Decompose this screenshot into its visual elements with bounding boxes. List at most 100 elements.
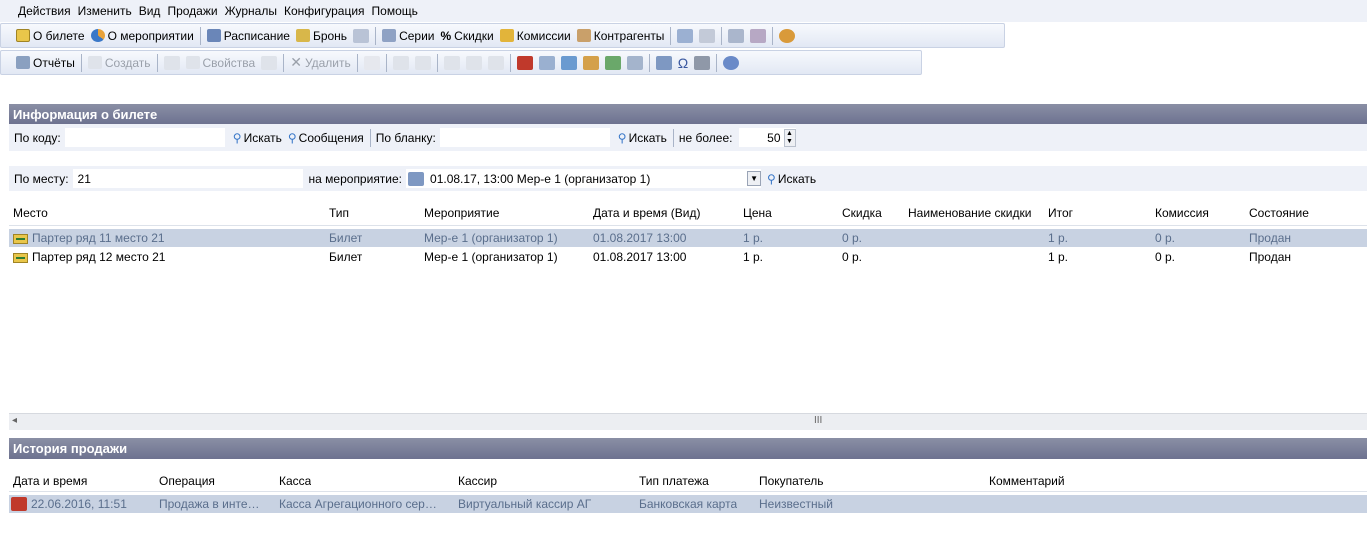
sales-history-header: История продажи (9, 438, 1367, 459)
event-select[interactable]: 01.08.17, 13:00 Мер-е 1 (организатор 1) … (406, 169, 762, 188)
paste-icon[interactable] (487, 55, 504, 70)
menu-view[interactable]: Вид (139, 4, 161, 18)
reports-button[interactable]: Отчёты (13, 52, 78, 73)
col-commission[interactable]: Комиссия (1155, 206, 1209, 220)
limit-spinner[interactable]: 50 ▲ ▼ (738, 128, 796, 147)
calendar-small-icon[interactable] (655, 55, 672, 70)
by-code-input[interactable] (64, 128, 225, 147)
card-icon[interactable] (538, 55, 555, 70)
chevron-down-icon[interactable]: ▼ (747, 171, 762, 186)
delete-button[interactable]: ✕ Удалить (287, 52, 354, 73)
menu-sales[interactable]: Продажи (167, 4, 217, 18)
scroll-left-icon[interactable]: ◂ (12, 415, 17, 426)
col-cashier[interactable]: Кассир (458, 474, 497, 488)
spinner-arrows-icon[interactable]: ▲ ▼ (783, 128, 796, 147)
menu-journals[interactable]: Журналы (225, 4, 277, 18)
col-payment-type[interactable]: Тип платежа (639, 474, 709, 488)
properties-icon (185, 56, 200, 69)
pencil-icon[interactable] (582, 55, 599, 70)
by-code-label: По коду: (14, 130, 61, 145)
row-datetime-cell: 01.08.2017 13:00 (593, 250, 687, 264)
table-row[interactable]: Партер ряд 11 место 21 Билет Мер-е 1 (ор… (9, 229, 1367, 247)
cashier-sale-icon (11, 497, 27, 511)
save-icon[interactable] (261, 55, 278, 70)
col-type[interactable]: Тип (329, 206, 349, 220)
cut-icon[interactable] (443, 55, 460, 70)
col-discount[interactable]: Скидка (842, 206, 882, 220)
menu-config[interactable]: Конфигурация (284, 4, 365, 18)
col-total[interactable]: Итог (1048, 206, 1073, 220)
properties-button[interactable]: Свойства (183, 52, 259, 73)
search-blank-button[interactable]: ⚲ Искать (615, 127, 670, 148)
preview-icon[interactable] (392, 55, 409, 70)
money-icon[interactable] (604, 55, 621, 70)
row-event-cell: Мер-е 1 (организатор 1) (424, 231, 558, 245)
ticket-info-button[interactable]: О билете (13, 25, 88, 46)
print-forms-icon[interactable] (677, 28, 694, 43)
col-comment[interactable]: Комментарий (989, 474, 1065, 488)
commissions-button[interactable]: Комиссии (497, 25, 574, 46)
row-type-cell: Билет (329, 250, 363, 264)
row-price-cell: 1 р. (743, 250, 764, 264)
filter-row-seat: По месту: на мероприятие: 01.08.17, 13:0… (9, 166, 1367, 191)
print-icon[interactable] (414, 55, 431, 70)
discounts-button[interactable]: % Скидки (437, 25, 496, 46)
col-status[interactable]: Состояние (1249, 206, 1309, 220)
ticket-icon (13, 252, 28, 263)
table-row[interactable]: 22.06.2016, 11:51 Продажа в инте… Касса … (9, 495, 1367, 513)
search-icon: ⚲ (232, 130, 242, 145)
list-icon[interactable] (699, 28, 716, 43)
schedule-button[interactable]: Расписание (204, 25, 293, 46)
history-cashdesk-cell: Касса Агрегационного сер… (279, 497, 437, 511)
search-event-button[interactable]: ⚲ Искать (764, 168, 819, 189)
edit-icon[interactable] (163, 55, 180, 70)
counterparties-button[interactable]: Контрагенты (574, 25, 668, 46)
columns-icon[interactable] (728, 28, 745, 43)
table-row[interactable]: Партер ряд 12 место 21 Билет Мер-е 1 (ор… (9, 248, 1367, 266)
event-info-button[interactable]: О мероприятии (88, 25, 197, 46)
menu-actions[interactable]: Действия (18, 4, 71, 18)
refresh-icon[interactable] (723, 55, 740, 70)
menu-help[interactable]: Помощь (372, 4, 418, 18)
series-button[interactable]: Серии (379, 25, 437, 46)
row-event-cell: Мер-е 1 (организатор 1) (424, 250, 558, 264)
col-buyer[interactable]: Покупатель (759, 474, 823, 488)
ticket-info-header: Информация о билете (9, 104, 1367, 124)
horizontal-scrollbar[interactable]: ◂ III (9, 413, 1367, 430)
col-discount-name[interactable]: Наименование скидки (908, 206, 1031, 220)
create-button[interactable]: Создать (85, 52, 154, 73)
col-datetime[interactable]: Дата и время (Вид) (593, 206, 700, 220)
col-operation[interactable]: Операция (159, 474, 215, 488)
search-messages-icon: ⚲ (287, 130, 297, 145)
omega-icon[interactable]: Ω (678, 55, 688, 71)
by-seat-input[interactable] (72, 169, 303, 188)
row-status-cell: Продан (1249, 250, 1292, 264)
binoculars-icon[interactable] (694, 55, 711, 70)
row-total-cell: 1 р. (1048, 250, 1069, 264)
doc-icon[interactable] (626, 55, 643, 70)
hall-icon[interactable] (353, 28, 370, 43)
search-code-button[interactable]: ⚲ Искать (230, 127, 285, 148)
by-seat-label: По месту: (14, 171, 69, 186)
series-icon (382, 29, 397, 42)
toolbar-main: О билете О мероприятии Расписание Бронь … (0, 22, 1367, 49)
search-blank-icon: ⚲ (617, 130, 627, 145)
booking-button[interactable]: Бронь (293, 25, 350, 46)
col-history-datetime[interactable]: Дата и время (13, 474, 87, 488)
messages-button[interactable]: ⚲ Сообщения (285, 127, 367, 148)
cashier-icon[interactable] (516, 55, 533, 70)
by-blank-input[interactable] (439, 128, 610, 147)
network-icon[interactable] (560, 55, 577, 70)
col-price[interactable]: Цена (743, 206, 772, 220)
menu-edit[interactable]: Изменить (78, 4, 132, 18)
table-close-icon[interactable] (750, 28, 767, 43)
col-event[interactable]: Мероприятие (424, 206, 499, 220)
scroll-thumb-grip[interactable]: III (814, 415, 822, 426)
ticket-icon (13, 233, 28, 244)
col-cashdesk[interactable]: Касса (279, 474, 311, 488)
copy-icon[interactable] (465, 55, 482, 70)
sort-icon[interactable] (363, 55, 380, 70)
col-seat[interactable]: Место (13, 206, 48, 220)
history-operation-cell: Продажа в инте… (159, 497, 260, 511)
globe-icon[interactable] (779, 28, 796, 43)
